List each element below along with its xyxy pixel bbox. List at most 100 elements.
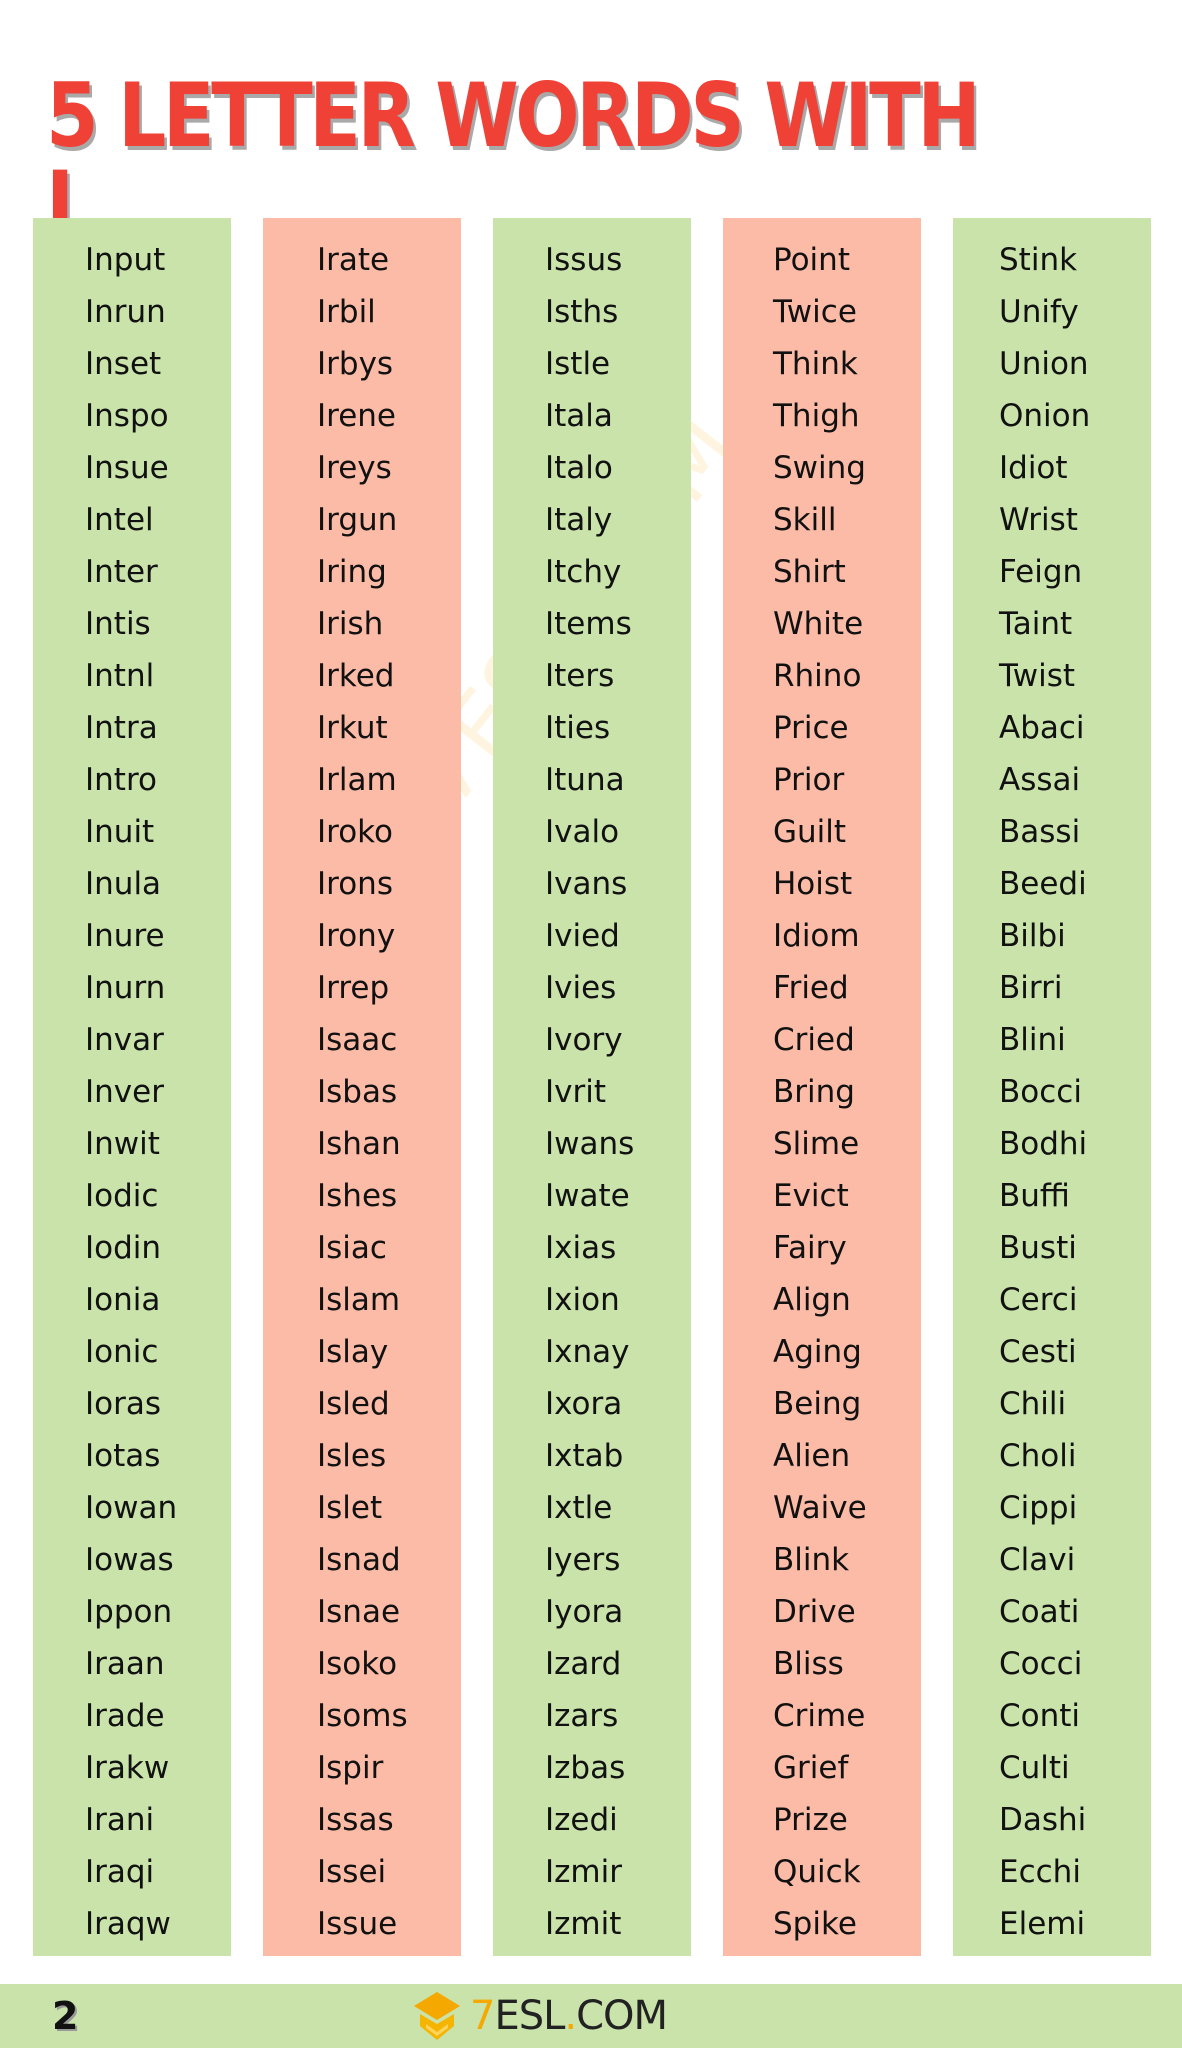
word-item: Ivies bbox=[545, 970, 617, 1006]
word-item: Price bbox=[773, 710, 849, 746]
word-item: Cried bbox=[773, 1022, 855, 1058]
word-item: Intel bbox=[85, 502, 154, 538]
word-item: Quick bbox=[773, 1854, 861, 1890]
word-item: Onion bbox=[999, 398, 1091, 434]
word-item: Aging bbox=[773, 1334, 862, 1370]
word-item: Bliss bbox=[773, 1646, 844, 1682]
word-item: Iring bbox=[317, 554, 387, 590]
word-item: Iodic bbox=[85, 1178, 159, 1214]
word-item: Twice bbox=[773, 294, 857, 330]
word-item: Point bbox=[773, 242, 850, 278]
word-item: Guilt bbox=[773, 814, 847, 850]
word-item: Conti bbox=[999, 1698, 1081, 1734]
word-item: Isled bbox=[317, 1386, 390, 1422]
word-item: Isbas bbox=[317, 1074, 398, 1110]
word-item: Ivans bbox=[545, 866, 628, 902]
word-item: Spike bbox=[773, 1906, 857, 1942]
site-logo[interactable]: 7ESL.COM bbox=[408, 1990, 668, 2042]
word-item: Iyers bbox=[545, 1542, 621, 1578]
word-item: Inula bbox=[85, 866, 162, 902]
word-item: Input bbox=[85, 242, 166, 278]
word-item: Irate bbox=[317, 242, 390, 278]
word-item: Iters bbox=[545, 658, 615, 694]
word-item: Unify bbox=[999, 294, 1079, 330]
word-item: Ixion bbox=[545, 1282, 620, 1318]
word-item: Iodin bbox=[85, 1230, 162, 1266]
word-item: Intnl bbox=[85, 658, 155, 694]
word-item: Inspo bbox=[85, 398, 169, 434]
word-item: Inurn bbox=[85, 970, 166, 1006]
word-item: Iwate bbox=[545, 1178, 630, 1214]
word-item: Issas bbox=[317, 1802, 394, 1838]
word-item: Fairy bbox=[773, 1230, 847, 1266]
word-item: Irony bbox=[317, 918, 396, 954]
word-column: Irate Irbil Irbys Irene Ireys Irgun Iring Irish… bbox=[263, 218, 461, 1956]
word-item: Inuit bbox=[85, 814, 155, 850]
word-item: Rhino bbox=[773, 658, 862, 694]
word-item: Istle bbox=[545, 346, 611, 382]
word-item: Ixora bbox=[545, 1386, 623, 1422]
word-item: Izard bbox=[545, 1646, 622, 1682]
word-item: Itchy bbox=[545, 554, 622, 590]
word-item: Shirt bbox=[773, 554, 846, 590]
footer: 2 7ESL.COM bbox=[0, 1984, 1182, 2048]
word-item: Iraqi bbox=[85, 1854, 155, 1890]
word-item: Irbil bbox=[317, 294, 376, 330]
word-item: Izedi bbox=[545, 1802, 618, 1838]
word-item: Beedi bbox=[999, 866, 1087, 902]
word-item: Bocci bbox=[999, 1074, 1082, 1110]
word-item: Drive bbox=[773, 1594, 856, 1630]
word-item: Inset bbox=[85, 346, 162, 382]
word-item: Iyora bbox=[545, 1594, 624, 1630]
word-item: Slime bbox=[773, 1126, 860, 1162]
word-item: Idiot bbox=[999, 450, 1068, 486]
word-item: Irked bbox=[317, 658, 395, 694]
word-item: Ituna bbox=[545, 762, 625, 798]
word-item: Islet bbox=[317, 1490, 383, 1526]
word-item: Invar bbox=[85, 1022, 164, 1058]
word-item: Intro bbox=[85, 762, 157, 798]
word-item: Evict bbox=[773, 1178, 849, 1214]
word-item: Hoist bbox=[773, 866, 853, 902]
word-item: Irbys bbox=[317, 346, 394, 382]
word-item: Iowan bbox=[85, 1490, 178, 1526]
word-column: Stink Unify Union Onion Idiot Wrist Feign Taint… bbox=[953, 218, 1151, 1956]
word-item: Abaci bbox=[999, 710, 1085, 746]
word-item: Assai bbox=[999, 762, 1081, 798]
word-item: Islam bbox=[317, 1282, 401, 1318]
word-item: Insue bbox=[85, 450, 169, 486]
word-item: Elemi bbox=[999, 1906, 1086, 1942]
word-item: Union bbox=[999, 346, 1089, 382]
page-number: 2 bbox=[52, 1994, 79, 2038]
word-item: Inwit bbox=[85, 1126, 160, 1162]
word-item: Ivalo bbox=[545, 814, 620, 850]
word-item: Bodhi bbox=[999, 1126, 1088, 1162]
word-item: Fried bbox=[773, 970, 849, 1006]
word-item: Birri bbox=[999, 970, 1063, 1006]
word-item: Being bbox=[773, 1386, 862, 1422]
word-item: Ities bbox=[545, 710, 611, 746]
word-item: Inter bbox=[85, 554, 158, 590]
word-item: Ecchi bbox=[999, 1854, 1081, 1890]
word-item: Irlam bbox=[317, 762, 397, 798]
word-item: Wrist bbox=[999, 502, 1078, 538]
word-item: Items bbox=[545, 606, 632, 642]
word-item: Blini bbox=[999, 1022, 1066, 1058]
word-item: White bbox=[773, 606, 864, 642]
word-item: Isnad bbox=[317, 1542, 401, 1578]
word-item: Irgun bbox=[317, 502, 398, 538]
word-item: Waive bbox=[773, 1490, 867, 1526]
word-item: Bring bbox=[773, 1074, 855, 1110]
word-item: Irrep bbox=[317, 970, 390, 1006]
word-item: Crime bbox=[773, 1698, 866, 1734]
word-item: Isths bbox=[545, 294, 619, 330]
word-item: Choli bbox=[999, 1438, 1077, 1474]
word-column: Point Twice Think Thigh Swing Skill Shirt White… bbox=[723, 218, 921, 1956]
word-item: Isles bbox=[317, 1438, 387, 1474]
word-item: Irons bbox=[317, 866, 393, 902]
word-item: Iowas bbox=[85, 1542, 174, 1578]
word-item: Feign bbox=[999, 554, 1083, 590]
word-item: Inver bbox=[85, 1074, 164, 1110]
word-item: Chili bbox=[999, 1386, 1067, 1422]
word-item: Isaac bbox=[317, 1022, 398, 1058]
